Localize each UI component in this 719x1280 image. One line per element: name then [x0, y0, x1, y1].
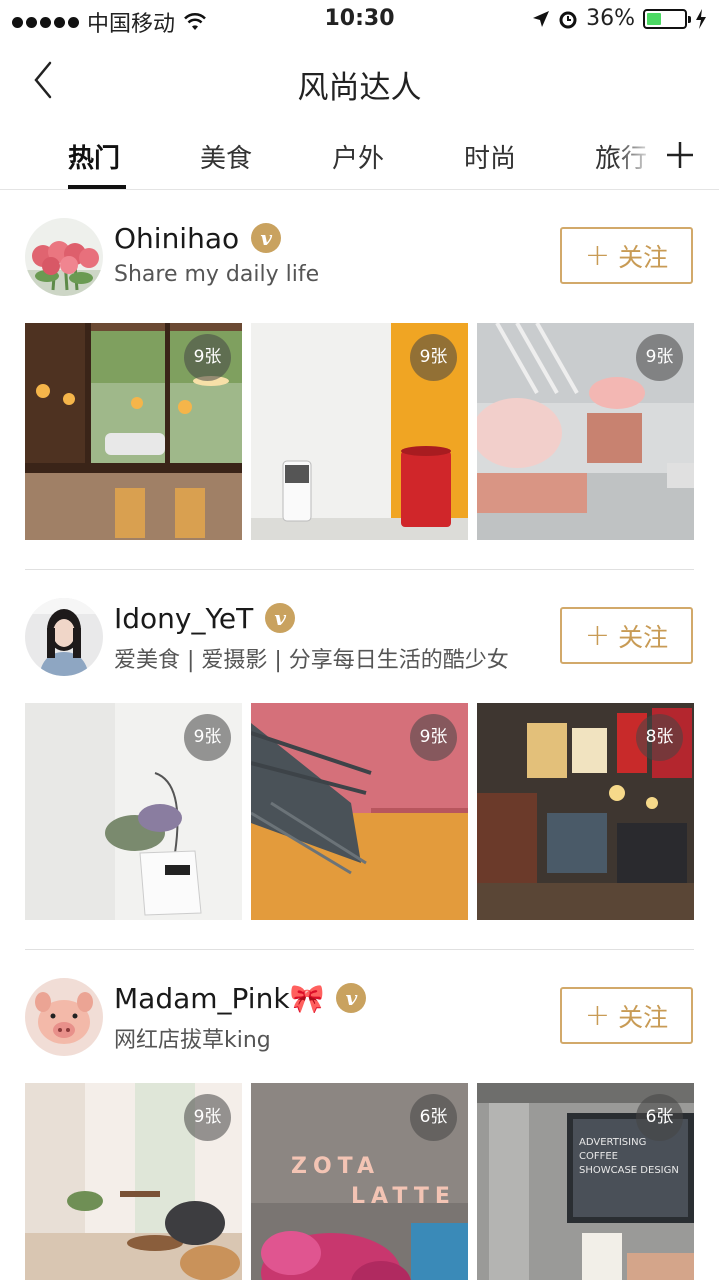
photo-count-badge: 9张 [410, 334, 457, 381]
tab-food[interactable]: 美食 [200, 138, 252, 175]
category-tabs: 热门 美食 户外 时尚 旅行 [0, 122, 719, 190]
svg-text:COFFEE: COFFEE [579, 1151, 618, 1162]
user-bio: 爱美食 | 爱摄影 | 分享每日生活的酷少女 [114, 648, 509, 673]
photo-thumbnail[interactable]: 8张 [477, 703, 694, 920]
charging-bolt-icon [696, 8, 706, 29]
plus-icon: + [584, 997, 611, 1033]
battery-icon [643, 8, 691, 29]
follow-button[interactable]: + 关注 [560, 227, 693, 284]
avatar[interactable] [25, 598, 103, 676]
follow-button[interactable]: + 关注 [560, 987, 693, 1044]
avatar[interactable] [25, 218, 103, 296]
follow-label: 关注 [618, 622, 669, 652]
photo-thumbnail[interactable]: 9张 [251, 703, 468, 920]
follow-label: 关注 [618, 242, 669, 272]
photo-thumbnail[interactable]: ZOTA LATTE 6张 [251, 1083, 468, 1280]
follow-button[interactable]: + 关注 [560, 607, 693, 664]
card-divider [25, 569, 694, 570]
plus-icon[interactable] [663, 138, 697, 172]
username[interactable]: Ohinihao [114, 222, 239, 255]
plus-icon: + [584, 237, 611, 273]
photo-thumbnail[interactable]: ADVERTISING COFFEE SHOWCASE DESIGN 6张 [477, 1083, 694, 1280]
active-tab-indicator [68, 185, 126, 189]
photo-thumbnail[interactable]: 9张 [25, 1083, 242, 1280]
photo-count-badge: 6张 [410, 1094, 457, 1141]
card-divider [25, 949, 694, 950]
username[interactable]: Idony_YeT [114, 602, 253, 635]
verified-badge-icon: v [265, 603, 296, 633]
follow-label: 关注 [618, 1002, 669, 1032]
photo-count-badge: 8张 [636, 714, 683, 761]
photo-count-badge: 9张 [184, 334, 231, 381]
photo-grid: 9张 9张 [25, 323, 694, 540]
svg-text:LATTE: LATTE [351, 1184, 456, 1209]
navigation-bar: 风尚达人 [0, 40, 719, 122]
photo-thumbnail[interactable]: 9张 [477, 323, 694, 540]
alarm-clock-icon [559, 11, 577, 28]
photo-count-badge: 9张 [184, 1094, 231, 1141]
photo-count-badge: 9张 [410, 714, 457, 761]
status-bar: 中国移动 10:30 36% [0, 0, 719, 40]
location-arrow-icon [533, 10, 550, 27]
page-title: 风尚达人 [297, 70, 422, 106]
svg-text:SHOWCASE DESIGN: SHOWCASE DESIGN [579, 1165, 679, 1176]
tab-fashion[interactable]: 时尚 [464, 138, 516, 175]
user-bio: 网红店拔草king [114, 1028, 271, 1053]
verified-badge-icon: v [336, 983, 367, 1013]
user-bio: Share my daily life [114, 262, 320, 287]
photo-grid: 9张 ZOTA LATTE 6张 ADVERTISING COFFEE SHOW… [25, 1083, 694, 1280]
tab-outdoor[interactable]: 户外 [332, 138, 384, 175]
photo-count-badge: 9张 [184, 714, 231, 761]
plus-icon: + [584, 617, 611, 653]
username[interactable]: Madam_Pink🎀 [114, 982, 324, 1015]
photo-thumbnail[interactable]: 9张 [25, 323, 242, 540]
photo-count-badge: 9张 [636, 334, 683, 381]
photo-thumbnail[interactable]: 9张 [251, 323, 468, 540]
verified-badge-icon: v [251, 223, 282, 253]
photo-thumbnail[interactable]: 9张 [25, 703, 242, 920]
svg-text:ADVERTISING: ADVERTISING [579, 1137, 646, 1148]
svg-text:ZOTA: ZOTA [291, 1154, 380, 1179]
avatar[interactable] [25, 978, 103, 1056]
battery-percent: 36% [586, 6, 635, 31]
tab-hot[interactable]: 热门 [68, 138, 120, 175]
photo-grid: 9张 9张 [25, 703, 694, 920]
photo-count-badge: 6张 [636, 1094, 683, 1141]
tab-fade-overlay [615, 122, 655, 188]
